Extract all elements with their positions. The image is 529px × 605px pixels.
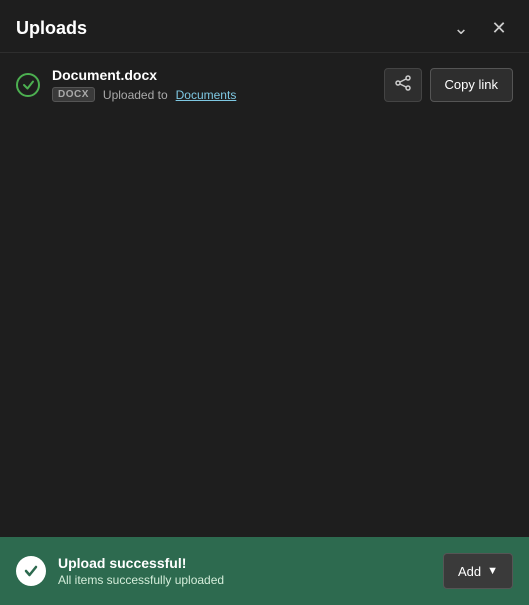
share-button[interactable]: [384, 68, 422, 102]
close-button[interactable]: ✕: [485, 14, 513, 42]
file-info: Document.docx DOCX Uploaded to Documents: [52, 67, 372, 102]
banner-title: Upload successful!: [58, 555, 431, 571]
minimize-button[interactable]: ⌄: [447, 14, 475, 42]
success-banner: Upload successful! All items successfull…: [0, 537, 529, 605]
add-chevron-icon: ▼: [487, 565, 498, 577]
success-check-icon: [16, 73, 40, 97]
share-icon: [395, 75, 411, 95]
uploaded-to-label: Uploaded to: [103, 88, 168, 102]
add-label: Add: [458, 564, 481, 579]
close-icon: ✕: [491, 18, 506, 39]
panel-title: Uploads: [16, 18, 87, 39]
content-area: [0, 116, 529, 537]
header-actions: ⌄ ✕: [447, 14, 513, 42]
banner-text: Upload successful! All items successfull…: [58, 555, 431, 587]
panel-header: Uploads ⌄ ✕: [0, 0, 529, 53]
chevron-down-icon: ⌄: [453, 18, 468, 39]
item-actions: Copy link: [384, 68, 513, 102]
file-type-badge: DOCX: [52, 87, 95, 102]
file-meta: DOCX Uploaded to Documents: [52, 87, 372, 102]
add-button[interactable]: Add ▼: [443, 553, 513, 589]
location-link[interactable]: Documents: [176, 88, 237, 102]
upload-item: Document.docx DOCX Uploaded to Documents: [0, 53, 529, 116]
banner-subtitle: All items successfully uploaded: [58, 573, 431, 587]
file-name: Document.docx: [52, 67, 372, 83]
copy-link-button[interactable]: Copy link: [430, 68, 513, 102]
banner-check-icon: [16, 556, 46, 586]
uploads-panel: Uploads ⌄ ✕ Document.docx DOCX Uploaded …: [0, 0, 529, 605]
